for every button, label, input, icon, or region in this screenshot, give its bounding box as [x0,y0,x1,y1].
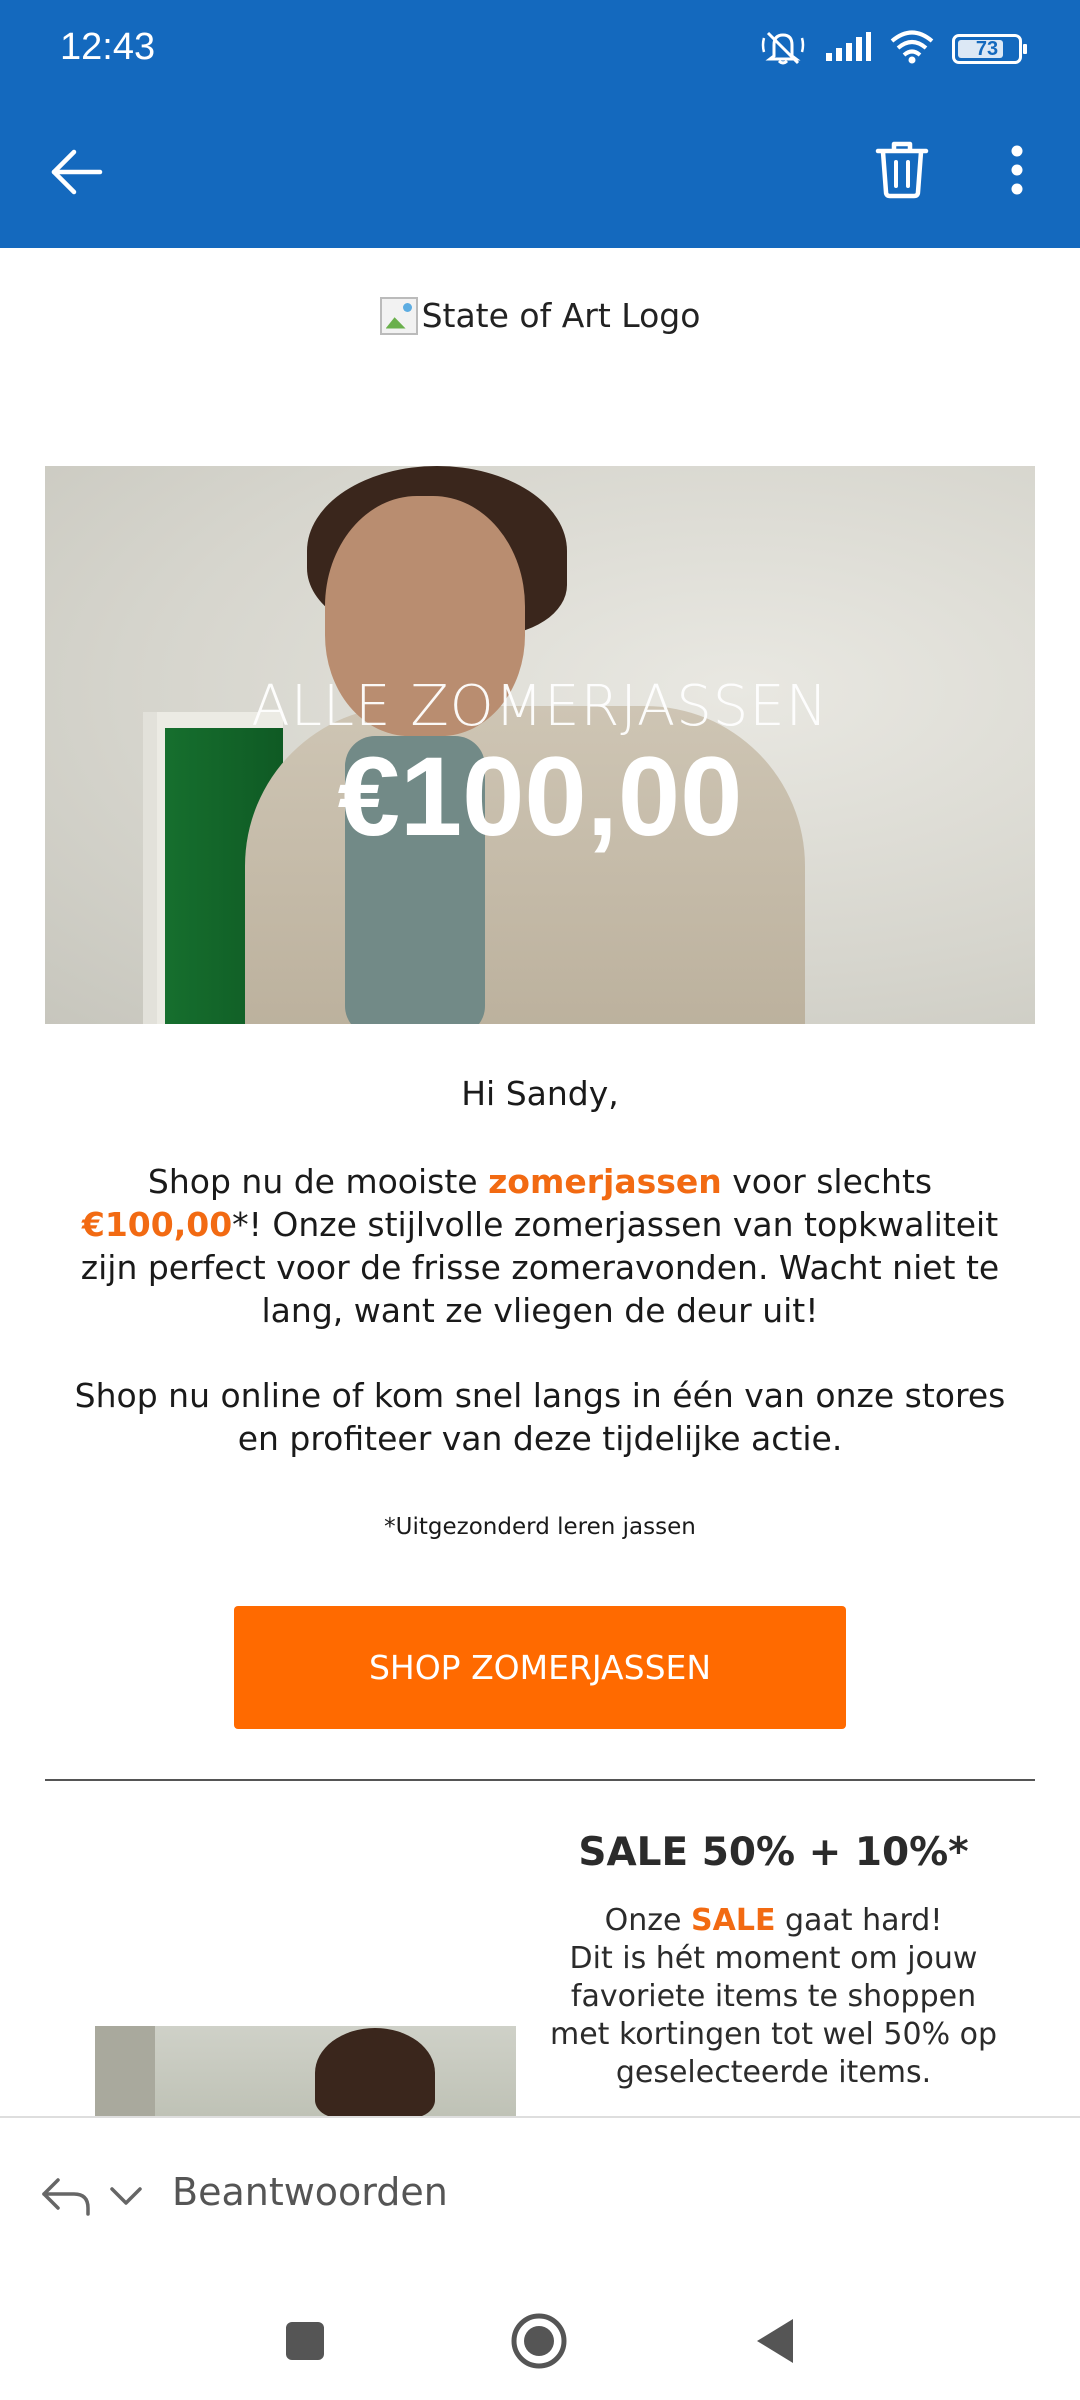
status-icons: 73 [760,28,1027,70]
reply-icon [42,2178,90,2216]
hero-price: €100,00 [337,734,743,859]
sale-product-image[interactable] [95,2026,516,2116]
shop-zomerjassen-button[interactable]: SHOP ZOMERJASSEN [234,1606,846,1729]
hero-subtitle: ALLE ZOMERJASSEN [251,674,829,739]
chevron-down-icon [110,2187,142,2205]
highlight-price: €100,00 [81,1205,233,1244]
brand-logo: State of Art Logo [0,296,1080,335]
home-circle-icon [511,2313,567,2369]
recents-button[interactable] [270,2306,340,2376]
battery-icon: 73 [952,34,1027,64]
top-bar: 12:43 73 [0,0,1080,248]
greeting: Hi Sandy, [461,1074,619,1113]
system-nav-bar [0,2276,1080,2400]
delete-button[interactable] [868,136,936,204]
back-triangle-icon [757,2319,793,2363]
reply-options-button[interactable] [104,2174,148,2218]
sale-body: Onze SALE gaat hard! Dit is hét moment o… [549,1903,998,2090]
home-button[interactable] [504,2306,574,2376]
status-time: 12:43 [60,26,156,68]
reply-bar: Beantwoorden [0,2116,1080,2276]
hero-banner[interactable]: ALLE ZOMERJASSEN €100,00 [45,466,1035,1024]
highlight-sale: SALE [691,1903,776,1938]
wifi-icon [890,30,934,68]
section-divider [45,1779,1035,1781]
back-button[interactable] [44,140,108,204]
more-vert-icon [1011,145,1023,195]
broken-image-icon [379,296,418,335]
reply-button[interactable] [38,2168,94,2224]
footnote: *Uitgezonderd leren jassen [384,1514,696,1540]
mute-icon [760,28,806,70]
recents-square-icon [286,2322,324,2360]
trash-icon [875,141,929,199]
logo-alt-text: State of Art Logo [421,296,701,335]
more-options-button[interactable] [992,136,1042,204]
nav-back-button[interactable] [740,2306,810,2376]
sale-title: SALE 50% + 10%* [578,1830,969,1875]
battery-level: 73 [975,37,999,60]
back-arrow-icon [51,149,103,195]
store-paragraph: Shop nu online of kom snel langs in één … [74,1376,1006,1458]
highlight-zomerjassen: zomerjassen [488,1162,722,1201]
intro-paragraph: Shop nu de mooiste zomerjassen voor slec… [80,1162,1000,1330]
reply-label[interactable]: Beantwoorden [172,2170,448,2214]
signal-icon [824,31,872,67]
